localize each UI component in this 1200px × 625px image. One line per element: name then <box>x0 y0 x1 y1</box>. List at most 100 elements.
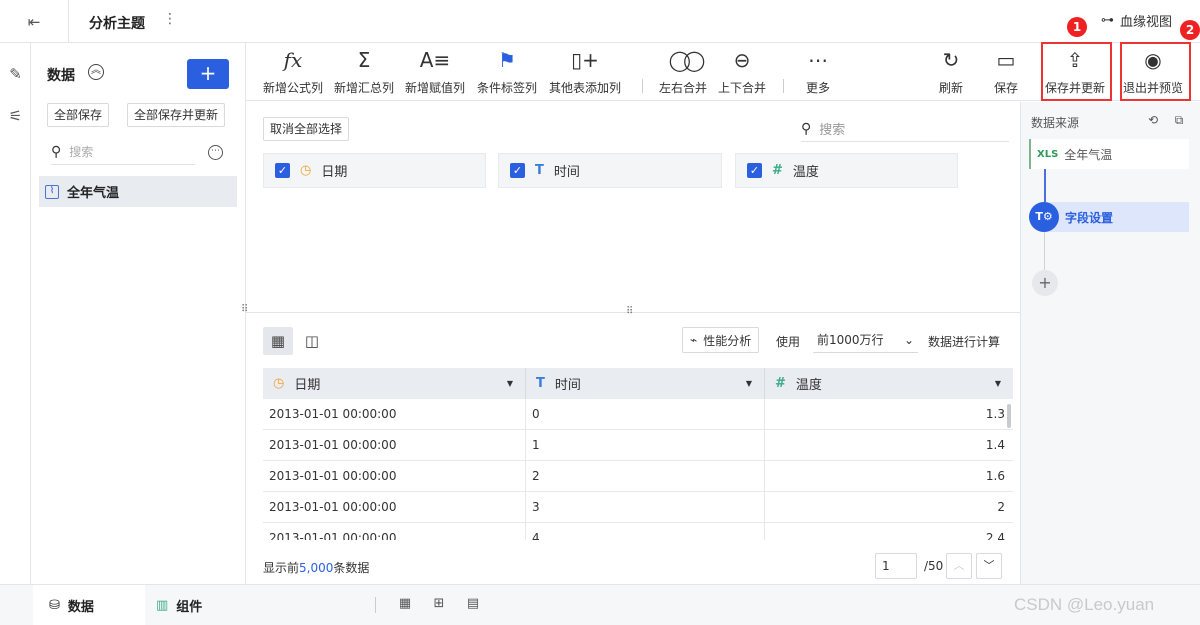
history-icon[interactable]: ⟲ <box>1145 112 1161 128</box>
add-report-icon[interactable]: ▤ <box>464 595 482 613</box>
field-selection-area: 取消全部选择 ⚲ 搜索 ✓ ◷ 日期 ✓ T 时间 ✓ # 温度 <box>246 102 1020 312</box>
table-row: 2013-01-01 00:00:00 2 1.6 <box>263 461 1013 492</box>
add-table-icon[interactable]: ⊞ <box>430 595 448 613</box>
count-value: 5,000 <box>299 561 334 575</box>
field-chip-time[interactable]: ✓ T 时间 <box>498 153 722 188</box>
checkbox-checked-icon[interactable]: ✓ <box>510 163 525 178</box>
table-cell: 2.4 <box>985 531 1005 540</box>
table-row: 2013-01-01 00:00:00 3 2 <box>263 492 1013 523</box>
add-chart-icon[interactable]: ▦ <box>396 595 414 613</box>
row-count-label: 显示前5,000条数据 <box>263 559 369 576</box>
field-chip-date[interactable]: ✓ ◷ 日期 <box>263 153 486 188</box>
more-button[interactable]: ⋯ 更多 <box>806 47 830 96</box>
tool-label: 刷新 <box>939 81 964 95</box>
page-up-icon[interactable]: ︿ <box>946 553 972 579</box>
vertical-drag-handle-icon[interactable]: ⠿ <box>241 305 248 315</box>
save-all-update-button[interactable]: 全部保存并更新 <box>127 103 226 127</box>
lineage-label: 血缘视图 <box>1120 15 1173 30</box>
left-right-merge-button[interactable]: ◯◯ 左右合并 <box>659 47 707 96</box>
number-type-icon: # <box>772 163 783 178</box>
field-search[interactable]: ⚲ 搜索 <box>801 116 1009 142</box>
layout-icon[interactable]: ⧉ <box>1171 112 1187 128</box>
divider <box>375 597 376 613</box>
tool-label: 上下合并 <box>718 81 767 95</box>
save-all-button[interactable]: 全部保存 <box>47 103 110 127</box>
highlight-box-1 <box>1041 42 1112 101</box>
date-type-icon: ◷ <box>273 376 285 391</box>
data-preview-panel: ▦ ◫ ⌁ 性能分析 使用 前1000万行 ⌄ 数据进行计算 ◷ 日期 ▼ T … <box>246 313 1020 584</box>
add-column-from-other-table-button[interactable]: ▯+ 其他表添加列 <box>549 47 621 96</box>
more-options-icon[interactable]: ⋯ <box>208 145 223 160</box>
field-chip-temperature[interactable]: ✓ # 温度 <box>735 153 958 188</box>
excel-icon: XLS <box>1037 148 1059 160</box>
tool-label: 条件标签列 <box>477 81 538 95</box>
caret-down-icon[interactable]: ▼ <box>746 379 752 388</box>
left-rail: ✎ ⚟ <box>0 43 31 584</box>
tab-label: 数据 <box>67 599 94 615</box>
sigma-icon: Σ <box>357 48 371 72</box>
calc-label: 数据进行计算 <box>928 335 1001 349</box>
collapse-icon[interactable]: ︽ <box>88 64 104 80</box>
performance-analysis-button[interactable]: ⌁ 性能分析 <box>682 327 760 353</box>
use-label: 使用 <box>776 335 801 349</box>
dataset-icon: ⌇ <box>45 184 59 199</box>
grid-view-icon[interactable]: ▦ <box>263 327 293 355</box>
table-cell: 2013-01-01 00:00:00 <box>263 523 526 540</box>
back-icon[interactable]: ⇤ <box>24 12 44 32</box>
page-down-icon[interactable]: ﹀ <box>976 553 1002 579</box>
merge-lr-icon: ◯◯ <box>668 48 706 72</box>
add-formula-column-button[interactable]: fx 新增公式列 <box>263 47 323 96</box>
column-name: 温度 <box>795 378 822 393</box>
top-bottom-merge-button[interactable]: ⊖ 上下合并 <box>718 47 766 96</box>
data-sidebar: 数据 ︽ + 全部保存 全部保存并更新 ⚲ 搜索 ⋯ ⌇ 全年气温 <box>31 43 246 584</box>
refresh-button[interactable]: ↻ 刷新 <box>939 47 963 96</box>
page-number-input[interactable]: 1 <box>875 553 917 579</box>
condition-tag-column-button[interactable]: ⚑ 条件标签列 <box>477 47 537 96</box>
tab-data[interactable]: ⛁ 数据 <box>33 585 145 625</box>
search-placeholder: 搜索 <box>69 145 94 159</box>
bottom-bar: ⛁ 数据 ▥ 组件 ▦ ⊞ ▤ CSDN @Leo.yuan <box>0 584 1200 625</box>
column-name: 日期 <box>294 378 321 393</box>
count-suffix: 条数据 <box>333 561 370 575</box>
add-assign-column-button[interactable]: A≡ 新增赋值列 <box>405 47 465 96</box>
top-bar: ⇤ 分析主题 ⋮ ⊶ 血缘视图 <box>0 0 1200 43</box>
column-header-time[interactable]: T 时间 ▼ <box>526 368 765 399</box>
preview-table: ◷ 日期 ▼ T 时间 ▼ # 温度 ▼ 2013-01-01 00:00:00… <box>263 368 1013 540</box>
layout-view-icon[interactable]: ◫ <box>297 327 327 355</box>
save-button[interactable]: ▭ 保存 <box>994 47 1018 96</box>
rail-filter-icon[interactable]: ⚟ <box>0 101 31 131</box>
title-more-icon[interactable]: ⋮ <box>163 11 177 27</box>
row-limit-select[interactable]: 前1000万行 ⌄ <box>813 327 918 353</box>
app-window: ⇤ 分析主题 ⋮ ⊶ 血缘视图 ✎ ⚟ 数据 ︽ + 全部保存 全部保存并更新 … <box>0 0 1200 625</box>
data-flow-panel: 数据来源 ⟲ ⧉ XLS 全年气温 T⚙ 字段设置 + <box>1020 102 1200 584</box>
table-cell: 1.6 <box>985 469 1005 483</box>
table-cell: 0 <box>526 399 765 430</box>
dataset-item[interactable]: ⌇ 全年气温 <box>39 176 237 207</box>
checkbox-checked-icon[interactable]: ✓ <box>747 163 762 178</box>
add-data-button[interactable]: + <box>187 59 229 89</box>
sidebar-search[interactable]: ⚲ 搜索 <box>51 139 195 165</box>
tool-label: 左右合并 <box>659 81 708 95</box>
column-header-temperature[interactable]: # 温度 ▼ <box>765 368 1013 399</box>
field-settings-step[interactable]: T⚙ 字段设置 <box>1029 202 1189 232</box>
table-row: 2013-01-01 00:00:00 0 1.3 <box>263 399 1013 430</box>
database-icon: ⛁ <box>49 597 60 613</box>
add-summary-column-button[interactable]: Σ 新增汇总列 <box>334 47 394 96</box>
caret-down-icon[interactable]: ▼ <box>995 379 1001 388</box>
field-name: 日期 <box>321 165 348 180</box>
rail-data-icon[interactable]: ✎ <box>0 59 31 89</box>
perf-label: 性能分析 <box>703 333 752 348</box>
table-scrollbar[interactable] <box>1007 404 1011 428</box>
lineage-view-button[interactable]: ⊶ 血缘视图 <box>1101 11 1172 30</box>
caret-down-icon[interactable]: ▼ <box>507 379 513 388</box>
add-step-button[interactable]: + <box>1032 270 1058 296</box>
chart-icon: ⌁ <box>690 333 698 347</box>
tab-components[interactable]: ▥ 组件 <box>156 585 202 625</box>
tool-label: 保存 <box>994 81 1019 95</box>
flow-connector <box>1044 169 1046 203</box>
table-row: 2013-01-01 00:00:00 4 2.4 <box>263 523 1013 540</box>
unselect-all-button[interactable]: 取消全部选择 <box>263 117 350 141</box>
data-source-item[interactable]: XLS 全年气温 <box>1029 139 1189 169</box>
checkbox-checked-icon[interactable]: ✓ <box>275 163 290 178</box>
column-header-date[interactable]: ◷ 日期 ▼ <box>263 368 526 399</box>
